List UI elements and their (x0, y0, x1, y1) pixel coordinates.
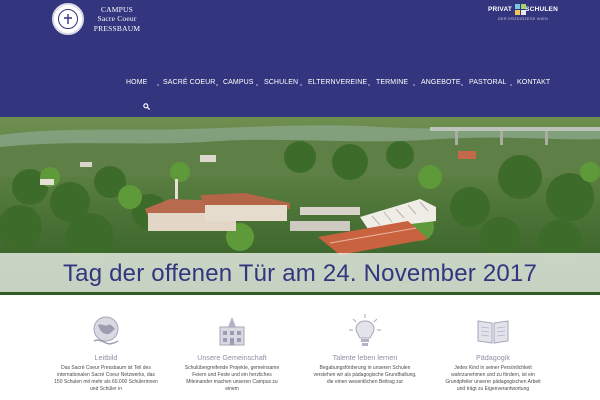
nav-separator (216, 84, 218, 86)
nav-item-angebote[interactable]: ANGEBOTE (421, 79, 461, 86)
nav-separator (413, 84, 415, 86)
nav-item-elternvereine[interactable]: ELTERNVEREINE (308, 79, 367, 86)
privatschulen-word-1: PRIVAT (488, 6, 513, 13)
site-header: CAMPUS Sacre Coeur PRESSBAUM PRIVAT SCHU… (0, 0, 600, 117)
feature-title: Unsere Gemeinschaft (197, 353, 267, 362)
privatschulen-logo[interactable]: PRIVAT SCHULEN DER ERZDIÖZESE WIEN (488, 4, 558, 28)
privatschulen-squares-icon (515, 4, 527, 15)
feature-talente[interactable]: Talente leben lernen Begabungsförderung … (305, 313, 425, 386)
feature-gemeinschaft[interactable]: Unsere Gemeinschaft Schulübergreifende P… (172, 313, 292, 393)
nav-item-campus[interactable]: CAMPUS (223, 79, 254, 86)
logo-line-2: Sacre Coeur (97, 14, 137, 24)
nav-item-termine[interactable]: TERMINE (376, 79, 408, 86)
feature-title: Talente leben lernen (332, 353, 398, 362)
feature-title: Leitbild (94, 353, 118, 362)
main-navigation: HOME SACRÉ COEUR CAMPUS SCHULEN ELTERNVE… (0, 79, 600, 93)
logo-line-3: PRESSBAUM (93, 23, 141, 33)
feature-paedagogik[interactable]: Pädagogik Jedes Kind in seiner Persönlic… (433, 313, 553, 393)
building-icon (219, 317, 245, 346)
feature-leitbild[interactable]: Leitbild Das Sacré Coeur Pressbaum ist T… (46, 313, 166, 393)
hero-title[interactable]: Tag der offenen Tür am 24. November 2017 (0, 260, 600, 288)
feature-text: Schulübergreifende Projekte, gemeinsame … (184, 365, 280, 392)
lightbulb-icon (349, 314, 381, 346)
nav-separator (461, 84, 463, 86)
logo-text: CAMPUS Sacre Coeur PRESSBAUM (90, 5, 144, 34)
nav-item-schulen[interactable]: SCHULEN (264, 79, 298, 86)
nav-item-sacre-coeur[interactable]: SACRÉ COEUR (163, 79, 215, 86)
privatschulen-subtitle: DER ERZDIÖZESE WIEN (498, 17, 548, 21)
nav-item-pastoral[interactable]: PASTORAL (469, 79, 507, 86)
campus-logo[interactable]: CAMPUS Sacre Coeur PRESSBAUM (52, 3, 144, 35)
privatschulen-word-2: SCHULEN (525, 6, 558, 13)
nav-separator (256, 84, 258, 86)
nav-separator (368, 84, 370, 86)
school-seal-icon (52, 3, 84, 35)
feature-text: Jedes Kind in seiner Persönlichkeit wahr… (445, 365, 541, 392)
feature-title: Pädagogik (476, 353, 510, 362)
open-book-icon (477, 320, 509, 344)
feature-section: Leitbild Das Sacré Coeur Pressbaum ist T… (0, 295, 600, 400)
hero-banner: Tag der offenen Tür am 24. November 2017 (0, 117, 600, 295)
nav-separator (157, 84, 159, 86)
nav-separator (300, 84, 302, 86)
nav-item-home[interactable]: HOME (126, 79, 147, 86)
feature-text: Das Sacré Coeur Pressbaum ist Teil des i… (54, 365, 158, 392)
feature-text: Begabungsförderung in unseren Schulen ve… (313, 365, 417, 385)
logo-line-1: CAMPUS (100, 4, 134, 14)
nav-item-kontakt[interactable]: KONTAKT (517, 79, 550, 86)
search-icon[interactable] (143, 103, 150, 110)
globe-hand-icon (93, 316, 119, 345)
nav-separator (510, 84, 512, 86)
